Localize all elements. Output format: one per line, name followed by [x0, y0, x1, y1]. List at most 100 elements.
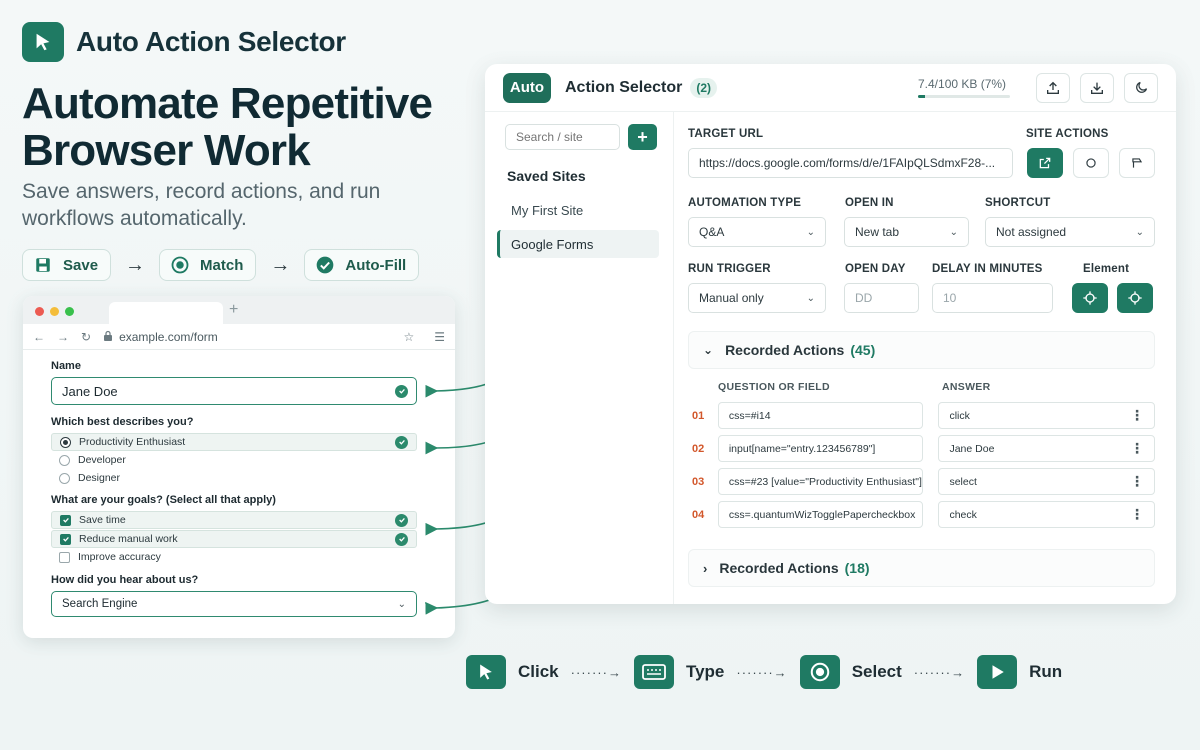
field-cell[interactable]: css=#23 [value="Productivity Enthusiast"…	[717, 468, 924, 495]
column-header-field: QUESTION OR FIELD	[718, 381, 830, 393]
column-header-answer: ANSWER	[942, 381, 991, 393]
shortcut-select[interactable]: Not assigned ⌄	[985, 217, 1155, 247]
hero-subtitle: Save answers, record actions, and run wo…	[22, 180, 381, 230]
close-dot[interactable]	[35, 307, 44, 316]
radio[interactable]	[59, 454, 70, 466]
radio-select-icon	[799, 655, 840, 689]
action-flow: Click ·······→ Type ·······→ Select ····…	[466, 655, 1062, 689]
back-icon[interactable]: ←	[33, 330, 45, 344]
open-in-select[interactable]: New tab ⌄	[844, 217, 969, 247]
name-value: Jane Doe	[62, 383, 118, 399]
describe-option[interactable]: Developer	[51, 451, 417, 469]
maximize-dot[interactable]	[65, 307, 74, 316]
record-button[interactable]	[1073, 148, 1109, 178]
comment-button[interactable]	[1119, 148, 1155, 178]
saved-sites-heading: Saved Sites	[507, 168, 586, 184]
field-cell[interactable]: css=.quantumWizTogglePapercheckbox	[717, 501, 924, 528]
field-cell[interactable]: input[name="entry.123456789"]	[717, 435, 924, 462]
floppy-disk-icon	[33, 255, 53, 275]
answer-cell[interactable]: select ⋮	[938, 468, 1156, 495]
name-input[interactable]: Jane Doe	[51, 377, 417, 405]
run-trigger-select[interactable]: Manual only ⌄	[688, 283, 826, 313]
shortcut-label: SHORTCUT	[985, 197, 1051, 209]
delay-placeholder: 10	[943, 291, 957, 305]
goal-option[interactable]: Improve accuracy	[51, 548, 417, 566]
check-circle-icon	[395, 384, 408, 398]
radio[interactable]	[59, 472, 70, 484]
extension-panel: Auto Action Selector (2) 7.4/100 KB (7%)…	[485, 64, 1176, 604]
row-number: 03	[692, 475, 705, 488]
download-icon	[1091, 82, 1103, 94]
new-tab-icon[interactable]: +	[229, 301, 238, 319]
site-item-my-first-site[interactable]: My First Site	[497, 196, 659, 224]
kebab-menu-icon[interactable]: ⋮	[1130, 473, 1144, 490]
open-day-input[interactable]: DD	[844, 283, 919, 313]
upload-button[interactable]	[1036, 72, 1070, 103]
forward-icon[interactable]: →	[57, 330, 69, 344]
table-row: 04 css=.quantumWizTogglePapercheckbox ch…	[692, 498, 1156, 531]
web-form: Name Jane Doe Which best describes you? …	[23, 350, 455, 617]
chevron-down-icon: ⌄	[949, 226, 958, 238]
recorded-actions-collapsed[interactable]: › Recorded Actions (18)	[688, 549, 1155, 587]
goal-option[interactable]: Save time	[51, 511, 417, 529]
keyboard-icon	[633, 655, 674, 689]
autofill-pill: Auto-Fill	[304, 249, 420, 281]
goal-option[interactable]: Reduce manual work	[51, 530, 417, 548]
answer-cell[interactable]: click ⋮	[938, 402, 1156, 429]
row-number: 01	[692, 409, 705, 422]
answer-cell[interactable]: check ⋮	[938, 501, 1156, 528]
brand: Auto Action Selector	[22, 22, 346, 62]
open-day-label: OPEN DAY	[845, 263, 906, 275]
checkbox-checked[interactable]	[60, 533, 71, 545]
add-site-button[interactable]: +	[628, 124, 657, 150]
crosshair-icon	[1083, 291, 1097, 305]
option-label: Productivity Enthusiast	[79, 436, 186, 448]
minimize-dot[interactable]	[50, 307, 59, 316]
star-icon[interactable]: ☆	[403, 330, 414, 344]
feature-flow: Save → Match → Auto-Fill	[22, 249, 420, 281]
theme-toggle-button[interactable]	[1124, 72, 1158, 103]
target-url-input[interactable]: https://docs.google.com/forms/d/e/1FAIpQ…	[688, 148, 1013, 178]
field-cell[interactable]: css=#i14	[717, 402, 924, 429]
arrow-right-icon: →	[125, 253, 146, 276]
url-field[interactable]: example.com/form	[103, 330, 391, 344]
answer-cell[interactable]: Jane Doe ⋮	[938, 435, 1156, 462]
describe-option[interactable]: Designer	[51, 469, 417, 487]
chevron-down-icon: ⌄	[397, 598, 406, 610]
option-label: Save time	[79, 514, 126, 526]
menu-icon[interactable]: ☰	[434, 330, 445, 344]
download-button[interactable]	[1080, 72, 1114, 103]
checkbox-checked[interactable]	[60, 514, 71, 526]
locate-element-button[interactable]	[1117, 283, 1153, 313]
kebab-menu-icon[interactable]: ⋮	[1130, 440, 1144, 457]
delay-input[interactable]: 10	[932, 283, 1053, 313]
radio-selected[interactable]	[60, 436, 71, 448]
cursor-arrow-icon	[466, 655, 506, 689]
recorded-actions-count: (45)	[850, 342, 876, 358]
match-pill: Match	[159, 249, 257, 281]
auto-logo: Auto	[503, 72, 551, 103]
answer-value: Jane Doe	[949, 442, 995, 455]
checkbox[interactable]	[59, 551, 70, 563]
browser-tab[interactable]	[109, 302, 223, 324]
run-trigger-value: Manual only	[699, 291, 764, 305]
site-item-google-forms[interactable]: Google Forms	[497, 230, 659, 258]
recorded-actions-title: Recorded Actions	[719, 560, 839, 576]
recorded-actions-expanded[interactable]: ⌄ Recorded Actions (45)	[688, 331, 1155, 369]
chevron-down-icon: ⌄	[703, 343, 714, 357]
hear-select[interactable]: Search Engine ⌄	[51, 591, 417, 617]
open-day-placeholder: DD	[855, 291, 873, 305]
pick-element-button[interactable]	[1072, 283, 1108, 313]
kebab-menu-icon[interactable]: ⋮	[1130, 407, 1144, 424]
storage-meter: 7.4/100 KB (7%)	[918, 77, 1010, 98]
reload-icon[interactable]: ↻	[81, 330, 91, 344]
option-label: Designer	[78, 472, 121, 484]
kebab-menu-icon[interactable]: ⋮	[1130, 506, 1144, 523]
automation-type-select[interactable]: Q&A ⌄	[688, 217, 826, 247]
open-site-button[interactable]	[1027, 148, 1063, 178]
describe-option[interactable]: Productivity Enthusiast	[51, 433, 417, 451]
recorded-actions-title: Recorded Actions	[725, 342, 845, 358]
panel-sidebar: + Saved Sites My First Site Google Forms	[485, 112, 674, 604]
site-search-input[interactable]	[505, 124, 620, 150]
option-label: Improve accuracy	[78, 551, 161, 563]
